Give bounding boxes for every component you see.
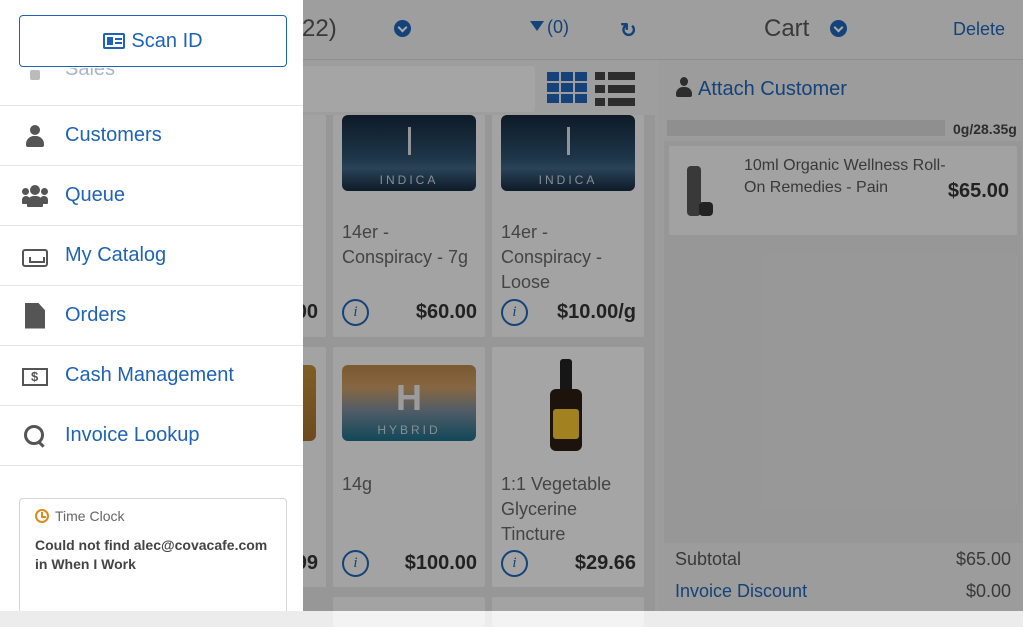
menu-item-cash-management[interactable]: Cash Management xyxy=(0,346,303,406)
time-clock-message: Could not find alec@covacafe.com in When… xyxy=(35,537,268,572)
file-icon xyxy=(25,302,45,329)
sales-icon xyxy=(30,70,40,80)
menu-item-label: Cash Management xyxy=(65,364,234,386)
menu-item-label: Queue xyxy=(65,184,126,206)
menu-item-queue[interactable]: Queue xyxy=(0,166,303,226)
search-icon xyxy=(22,423,48,449)
clock-icon xyxy=(35,509,49,523)
menu-item-label: Invoice Lookup xyxy=(65,424,200,446)
time-clock-title: Time Clock xyxy=(55,508,125,524)
side-drawer: Scan ID Sales Customers Queue My Catalog xyxy=(0,0,303,611)
id-card-icon xyxy=(103,33,126,49)
menu-item-invoice-lookup[interactable]: Invoice Lookup xyxy=(0,406,303,466)
user-icon xyxy=(22,123,48,149)
menu-item-label: My Catalog xyxy=(65,244,167,266)
menu-item-customers[interactable]: Customers xyxy=(0,106,303,166)
cash-icon xyxy=(22,367,48,386)
menu-item-my-catalog[interactable]: My Catalog xyxy=(0,226,303,286)
menu-item-orders[interactable]: Orders xyxy=(0,286,303,346)
menu-item-label: Orders xyxy=(65,304,127,326)
menu-item-sales[interactable]: Sales xyxy=(0,68,303,106)
inbox-icon xyxy=(22,248,48,267)
menu-item-label: Customers xyxy=(65,124,162,146)
menu-item-label: Sales xyxy=(65,68,116,80)
scan-id-button[interactable]: Scan ID xyxy=(19,15,287,67)
group-icon xyxy=(22,183,48,209)
time-clock-card: Time Clock Could not find alec@covacafe.… xyxy=(19,498,287,611)
scan-id-label: Scan ID xyxy=(131,29,203,52)
drawer-menu: Customers Queue My Catalog Orders Cash M… xyxy=(0,106,303,466)
